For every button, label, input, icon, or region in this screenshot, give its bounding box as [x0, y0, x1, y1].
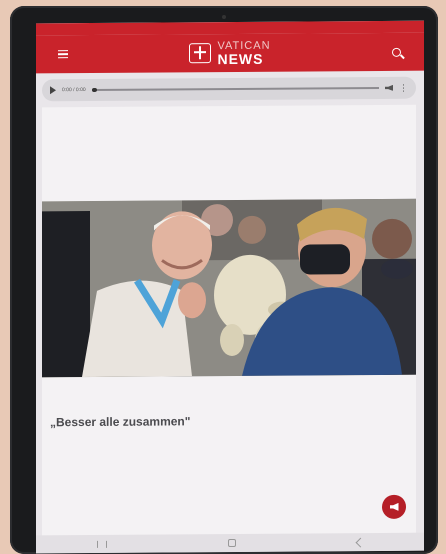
tablet-device: VATICAN NEWS 0:00 / 0:00 ⋮ „Besser alle …: [10, 6, 438, 554]
search-icon: [392, 47, 402, 57]
back-icon[interactable]: [355, 537, 365, 548]
system-nav-bar: [36, 532, 424, 554]
audio-seek-progress: [91, 87, 98, 92]
photo-illustration: [42, 198, 416, 378]
brand-wordmark: VATICAN NEWS: [217, 39, 270, 67]
menu-icon: [58, 48, 68, 61]
speaker-icon: [390, 503, 399, 511]
brand-logo-lockup[interactable]: VATICAN NEWS: [189, 39, 271, 67]
front-camera: [222, 15, 226, 19]
audio-seek-bar[interactable]: [91, 86, 379, 92]
audio-player: 0:00 / 0:00 ⋮: [42, 76, 416, 102]
article-body: [50, 431, 408, 433]
app-header: VATICAN NEWS: [36, 32, 424, 74]
article-intro: [54, 115, 404, 117]
read-aloud-button[interactable]: [382, 494, 406, 519]
menu-button[interactable]: [48, 48, 78, 61]
search-button[interactable]: [382, 47, 412, 57]
article-photo[interactable]: [42, 198, 416, 378]
audio-time: 0:00 / 0:00: [62, 87, 86, 94]
play-icon[interactable]: [50, 86, 56, 95]
article-content: „Besser alle zusammen": [42, 104, 416, 544]
more-icon[interactable]: ⋮: [399, 82, 408, 92]
recent-apps-icon[interactable]: [96, 540, 107, 548]
vatican-cross-logo-icon: [189, 43, 212, 64]
home-icon[interactable]: [227, 538, 236, 548]
volume-icon[interactable]: [385, 85, 393, 91]
article-headline: „Besser alle zusammen": [50, 414, 191, 430]
brand-line-2: NEWS: [217, 50, 264, 67]
tablet-screen: VATICAN NEWS 0:00 / 0:00 ⋮ „Besser alle …: [36, 20, 424, 554]
